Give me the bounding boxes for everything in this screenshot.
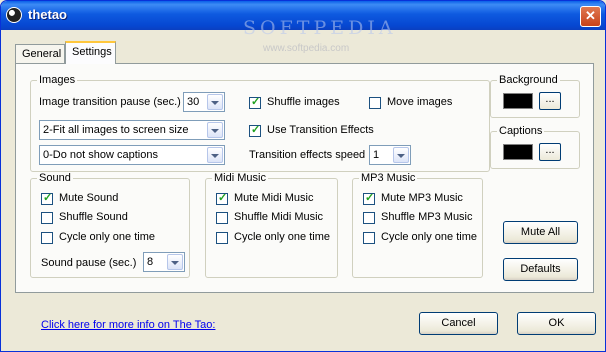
ok-button[interactable]: OK — [517, 312, 596, 335]
sound-group: Sound Mute Sound Shuffle Sound Cycle onl… — [30, 172, 190, 278]
checkbox-box[interactable] — [41, 191, 53, 205]
transition-pause-select[interactable]: 30 — [183, 92, 225, 112]
checkbox-box[interactable] — [249, 123, 261, 137]
shuffle-images-label: Shuffle images — [267, 96, 340, 108]
transition-pause-value: 30 — [187, 96, 200, 108]
checkbox-box[interactable] — [363, 232, 375, 244]
checkbox-box[interactable] — [216, 212, 228, 224]
images-group: Images Image transition pause (sec.) 30 … — [30, 74, 490, 172]
mp3-group-label: MP3 Music — [359, 172, 418, 184]
mute-midi-label: Mute Midi Music — [234, 192, 314, 204]
mp3-cycle-label: Cycle only one time — [381, 231, 477, 243]
chevron-down-icon[interactable] — [207, 147, 223, 163]
watermark-brand: SOFTPEDIA — [243, 17, 397, 39]
captions-color-button[interactable]: ... — [539, 143, 561, 161]
checkbox-box[interactable] — [249, 95, 261, 109]
midi-cycle-label: Cycle only one time — [234, 231, 330, 243]
mp3-group: MP3 Music Mute MP3 Music Shuffle MP3 Mus… — [352, 172, 483, 278]
sound-group-label: Sound — [37, 172, 73, 184]
midi-group-label: Midi Music — [212, 172, 268, 184]
sound-pause-select[interactable]: 8 — [143, 252, 185, 272]
captions-group-label: Captions — [497, 125, 545, 137]
transition-pause-label: Image transition pause (sec.) — [39, 96, 181, 108]
mute-all-button[interactable]: Mute All — [503, 221, 578, 244]
images-group-label: Images — [37, 74, 78, 86]
chevron-down-icon[interactable] — [207, 94, 223, 110]
captions-mode-select[interactable]: 0-Do not show captions — [39, 145, 225, 165]
checkbox-box[interactable] — [216, 191, 228, 205]
chevron-down-icon[interactable] — [207, 122, 223, 138]
move-images-label: Move images — [387, 96, 453, 108]
background-group: Background ... — [490, 74, 580, 118]
background-group-label: Background — [497, 74, 560, 86]
background-color-swatch — [503, 93, 533, 109]
effects-speed-value: 1 — [373, 149, 380, 161]
mute-sound-label: Mute Sound — [59, 192, 119, 204]
chevron-down-icon[interactable] — [393, 147, 409, 163]
main-window: thetao ✕ SOFTPEDIA www.softpedia.com Gen… — [0, 0, 606, 352]
chevron-down-icon[interactable] — [167, 254, 183, 270]
effects-speed-label: Transition effects speed — [249, 149, 366, 161]
captions-color-swatch — [503, 144, 533, 160]
sound-pause-value: 8 — [147, 256, 154, 268]
captions-group: Captions ... — [490, 125, 580, 169]
transition-effects-label: Use Transition Effects — [267, 124, 374, 136]
checkbox-box[interactable] — [41, 212, 53, 224]
window-title: thetao — [28, 7, 67, 22]
cancel-button[interactable]: Cancel — [419, 312, 498, 335]
fit-mode-select[interactable]: 2-Fit all images to screen size — [39, 120, 225, 140]
tab-general[interactable]: General — [15, 44, 65, 64]
sound-cycle-label: Cycle only one time — [59, 231, 155, 243]
close-button[interactable]: ✕ — [580, 6, 601, 27]
mute-mp3-label: Mute MP3 Music — [381, 192, 463, 204]
fit-mode-value: 2-Fit all images to screen size — [43, 124, 189, 136]
background-color-button[interactable]: ... — [539, 92, 561, 110]
app-icon — [6, 7, 22, 23]
shuffle-mp3-label: Shuffle MP3 Music — [381, 211, 473, 223]
defaults-button[interactable]: Defaults — [503, 258, 578, 281]
watermark-url: www.softpedia.com — [263, 43, 350, 54]
tab-settings[interactable]: Settings — [65, 41, 116, 64]
sound-pause-label: Sound pause (sec.) — [41, 257, 137, 269]
checkbox-box[interactable] — [369, 97, 381, 109]
checkbox-box[interactable] — [216, 232, 228, 244]
checkbox-box[interactable] — [363, 191, 375, 205]
effects-speed-select[interactable]: 1 — [369, 145, 411, 165]
midi-group: Midi Music Mute Midi Music Shuffle Midi … — [205, 172, 338, 278]
shuffle-sound-label: Shuffle Sound — [59, 211, 128, 223]
settings-panel: Images Image transition pause (sec.) 30 … — [15, 63, 594, 293]
info-link[interactable]: Click here for more info on The Tao: — [41, 319, 215, 331]
checkbox-box[interactable] — [41, 232, 53, 244]
checkbox-box[interactable] — [363, 212, 375, 224]
shuffle-midi-label: Shuffle Midi Music — [234, 211, 324, 223]
captions-mode-value: 0-Do not show captions — [43, 149, 158, 161]
